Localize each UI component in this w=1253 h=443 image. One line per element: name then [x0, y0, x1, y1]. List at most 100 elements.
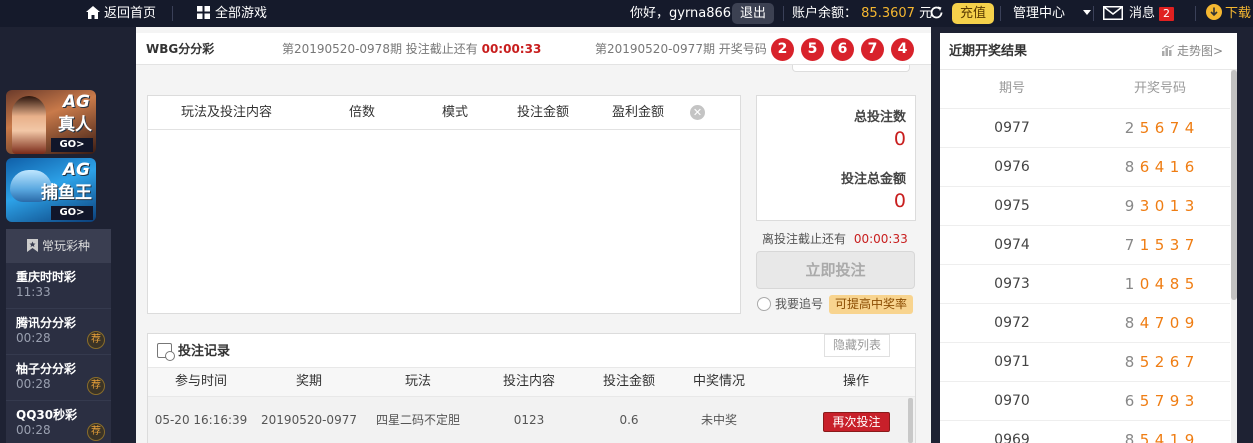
result-digit: 4	[1154, 431, 1165, 443]
bookmark-icon	[26, 231, 38, 265]
records-scrollbar[interactable]	[908, 398, 913, 443]
chase-option[interactable]: 我要追号 可提高中奖率	[757, 295, 914, 314]
result-row: 0974 7 1 5 3 7	[940, 225, 1230, 264]
result-numbers: 65793	[1122, 382, 1197, 420]
home-link[interactable]: 返回首页	[86, 0, 156, 27]
draw-ball: 4	[891, 38, 914, 61]
bet-again-button[interactable]: 再次投注	[823, 412, 890, 432]
hide-list-button[interactable]: 隐藏列表	[824, 334, 890, 357]
promo-title: 捕鱼王	[41, 183, 92, 203]
envelope-icon	[1103, 3, 1123, 30]
result-digit: 5	[1139, 353, 1150, 371]
col-multiple: 倍数	[349, 105, 376, 120]
result-numbers: 93013	[1122, 187, 1197, 225]
result-digit: 7	[1184, 236, 1195, 254]
messages-link[interactable]: 消息 2	[1103, 0, 1175, 30]
result-digit: 6	[1124, 392, 1135, 410]
messages-label: 消息	[1129, 6, 1156, 21]
lottery-name: 腾讯分分彩	[16, 316, 77, 330]
result-digit: 7	[1184, 353, 1195, 371]
result-digit: 4	[1154, 158, 1165, 176]
trend-link[interactable]: 走势图>	[1161, 33, 1223, 71]
result-digit: 0	[1154, 197, 1165, 215]
result-digit: 2	[1154, 353, 1165, 371]
recent-results-title: 近期开奖结果	[949, 44, 1028, 59]
draw-ball: 7	[861, 38, 884, 61]
recommended-badge: 荐	[87, 331, 105, 349]
result-digit: 7	[1154, 314, 1165, 332]
all-games-link[interactable]: 全部游戏	[197, 0, 267, 27]
total-count-label: 总投注数	[853, 110, 906, 125]
chase-label: 我要追号	[775, 297, 824, 311]
result-digit: 3	[1139, 197, 1150, 215]
col-content: 投注内容	[502, 374, 556, 389]
favorite-item[interactable]: 重庆时时彩 11:33	[6, 263, 111, 309]
header-divider	[148, 129, 740, 130]
current-countdown: 00:00:33	[481, 42, 542, 56]
result-period: 0970	[994, 393, 1030, 409]
cell-period: 20190520-0977	[261, 413, 357, 427]
col-bet-amount: 投注金额	[517, 105, 570, 120]
col-action: 操作	[842, 374, 870, 389]
favorite-item[interactable]: QQ30秒彩 00:28 荐	[6, 401, 111, 443]
divider	[1093, 6, 1094, 21]
recommended-badge: 荐	[87, 377, 105, 395]
recent-results-panel: 近期开奖结果 走势图> 期号 开奖号码 0977 2 5 6 7 4 0976 8 6 4 1 6 09…	[940, 33, 1237, 443]
download-icon	[1206, 4, 1222, 20]
table-row: 05-20 16:16:39 20190520-0977 四星二码不定胆 012…	[148, 397, 915, 443]
place-bet-button[interactable]: 立即投注	[756, 251, 915, 289]
records-title: 投注记录	[157, 342, 230, 362]
divider	[1195, 6, 1196, 21]
result-digit: 7	[1124, 236, 1135, 254]
admin-menu[interactable]: 管理中心	[1013, 0, 1092, 27]
favorite-item[interactable]: 柚子分分彩 00:28 荐	[6, 355, 111, 401]
close-circle-icon[interactable]: ✕	[690, 105, 705, 120]
result-digit: 9	[1184, 314, 1195, 332]
total-amount-value: 0	[893, 190, 906, 212]
result-period: 0969	[994, 432, 1030, 443]
favorite-lotteries: 常玩彩种 重庆时时彩 11:33 腾讯分分彩 00:28 荐 柚子分分彩 00:…	[6, 229, 111, 443]
last-period-text: 第20190520-0977期 开奖号码	[595, 42, 767, 56]
col-mode: 模式	[442, 105, 469, 120]
top-bar: 返回首页 全部游戏 你好，gyrna866 退出 账户余额： 85.3607 元…	[0, 0, 1253, 27]
result-period: 0974	[994, 237, 1030, 253]
dealer-portrait	[12, 96, 46, 154]
results-scrollbar[interactable]	[1231, 70, 1237, 443]
result-digit: 1	[1169, 197, 1180, 215]
deadline-value: 00:00:33	[853, 232, 908, 246]
refresh-icon[interactable]	[929, 0, 944, 27]
ag-fishing-promo[interactable]: AG 捕鱼王 GO>	[6, 158, 96, 222]
recharge-button[interactable]: 充值	[952, 3, 995, 24]
home-icon	[86, 2, 100, 29]
game-name: WBG分分彩	[146, 42, 215, 56]
download-link[interactable]: 下载	[1206, 0, 1251, 27]
deadline-label: 离投注截止还有	[762, 232, 847, 246]
records-header: 参与时间 奖期 玩法 投注内容 投注金额 中奖情况 操作	[148, 367, 915, 397]
result-numbers: 86416	[1122, 148, 1197, 186]
result-period: 0976	[994, 159, 1030, 175]
result-digit: 6	[1169, 353, 1180, 371]
bet-records: 投注记录 隐藏列表 参与时间 奖期 玩法 投注内容 投注金额 中奖情况 操作 0…	[147, 333, 916, 443]
favorite-item[interactable]: 腾讯分分彩 00:28 荐	[6, 309, 111, 355]
scrollbar-thumb[interactable]	[1231, 70, 1237, 300]
bar-chart-icon	[1161, 34, 1175, 71]
result-digit: 5	[1139, 392, 1150, 410]
cell-content: 0123	[513, 413, 545, 427]
result-digit: 5	[1184, 275, 1195, 293]
message-count-badge: 2	[1159, 7, 1175, 21]
result-digit: 9	[1184, 431, 1195, 443]
chase-radio[interactable]	[757, 297, 771, 311]
ag-live-promo[interactable]: AG 真人 GO>	[6, 90, 96, 154]
trend-label: 走势图>	[1176, 44, 1223, 58]
result-digit: 2	[1124, 119, 1135, 137]
result-digit: 6	[1184, 158, 1195, 176]
result-numbers: 85419	[1122, 421, 1197, 443]
promo-brand: AG	[62, 160, 90, 180]
chase-tip: 可提高中奖率	[829, 295, 914, 314]
draw-ball: 5	[801, 38, 824, 61]
logout-button[interactable]: 退出	[732, 3, 775, 24]
current-period: 第20190520-0978期 投注截止还有 00:00:33	[282, 33, 541, 65]
lottery-name: QQ30秒彩	[16, 408, 78, 422]
result-digit: 1	[1139, 236, 1150, 254]
col-period: 期号	[998, 81, 1026, 96]
